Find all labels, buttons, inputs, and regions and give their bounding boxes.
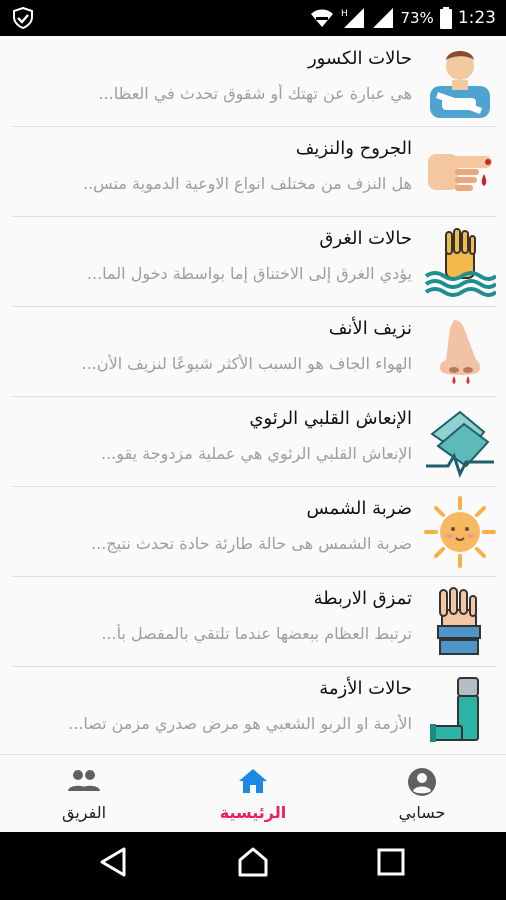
inhaler-icon <box>430 677 479 742</box>
case-description: ترتبط العظام ببعضها عندما تلتقي بالمفصل … <box>101 624 412 643</box>
case-description: الإنعاش القلبي الرئوي هي عملية مزدوجة يق… <box>101 444 412 463</box>
bleeding-finger-icon <box>428 154 492 191</box>
case-title: نزيف الأنف <box>328 318 412 339</box>
list-item-nosebleed[interactable]: نزيف الأنف الهواء الجاف هو السبب الأكثر … <box>12 306 496 397</box>
list-item-asthma[interactable]: حالات الأزمة الأزمة او الربو الشعبي هو م… <box>12 666 496 754</box>
case-title: الجروح والنزيف <box>295 138 412 159</box>
clock: 1:23 <box>457 8 496 28</box>
status-bar: H 73% 1:23 <box>0 0 506 36</box>
case-title: الإنعاش القلبي الرئوي <box>249 408 412 429</box>
home-nav-icon[interactable] <box>238 846 268 878</box>
tab-home[interactable]: الرئيسية <box>169 755 337 833</box>
sun-icon <box>424 496 496 568</box>
signal-icon <box>373 8 394 28</box>
drowning-hand-icon <box>424 228 496 297</box>
system-navigation-bar <box>0 832 506 900</box>
case-title: حالات الغرق <box>319 228 412 249</box>
nose-bleed-icon <box>439 320 481 384</box>
battery-percent: 73% <box>400 9 434 27</box>
signal-h-icon: H <box>341 8 365 28</box>
tab-team[interactable]: الفريق <box>0 755 168 833</box>
case-title: حالات الأزمة <box>319 678 412 699</box>
cases-list[interactable]: حالات الكسور هي عبارة عن تهتك أو شقوق تح… <box>0 36 506 754</box>
broken-arm-icon <box>430 51 490 118</box>
bottom-navigation: الفريق الرئيسية حسابي <box>0 754 506 833</box>
tab-team-label: الفريق <box>61 803 107 822</box>
account-circle-icon <box>408 768 436 796</box>
case-description: هي عبارة عن تهتك أو شقوق تحدث في العظا..… <box>98 84 412 103</box>
bandaged-hand-icon <box>437 587 481 655</box>
group-icon <box>68 770 100 791</box>
battery-icon <box>439 7 452 29</box>
case-description: الهواء الجاف هو السبب الأكثر شيوعًا لنزي… <box>81 354 412 373</box>
case-description: ضربة الشمس هى حالة طارئة حادة تحدث نتيج.… <box>91 534 412 553</box>
list-item-cpr[interactable]: الإنعاش القلبي الرئوي الإنعاش القلبي الر… <box>12 396 496 487</box>
case-title: ضربة الشمس <box>306 498 413 519</box>
list-item-sunstroke[interactable]: ضربة الشمس ضربة الشمس هى حالة طارئة حادة… <box>12 486 496 577</box>
cpr-hands-icon <box>426 410 494 478</box>
case-title: تمزق الاربطة <box>313 588 412 609</box>
home-icon <box>239 769 267 793</box>
back-icon[interactable] <box>98 846 128 878</box>
shield-check-icon <box>13 7 33 29</box>
list-item-drowning[interactable]: حالات الغرق يؤدي الغرق إلى الاختناق إما … <box>12 216 496 307</box>
wifi-icon <box>311 9 334 27</box>
list-item-ligament-tear[interactable]: تمزق الاربطة ترتبط العظام ببعضها عندما ت… <box>12 576 496 667</box>
list-item-fractures[interactable]: حالات الكسور هي عبارة عن تهتك أو شقوق تح… <box>12 36 496 127</box>
svg-text:H: H <box>341 9 348 19</box>
case-description: يؤدي الغرق إلى الاختناق إما بواسطة دخول … <box>86 264 412 283</box>
tab-home-label: الرئيسية <box>219 803 287 822</box>
case-description: الأزمة او الربو الشعبي هو مرض صدري مزمن … <box>68 714 412 733</box>
case-description: هل النزف من مختلف انواع الاوعية الدموية … <box>82 174 412 193</box>
case-title: حالات الكسور <box>307 48 412 69</box>
recents-icon[interactable] <box>376 846 406 878</box>
tab-account-label: حسابي <box>398 803 446 822</box>
list-item-wounds-bleeding[interactable]: الجروح والنزيف هل النزف من مختلف انواع ا… <box>12 126 496 217</box>
tab-account[interactable]: حسابي <box>338 755 506 833</box>
